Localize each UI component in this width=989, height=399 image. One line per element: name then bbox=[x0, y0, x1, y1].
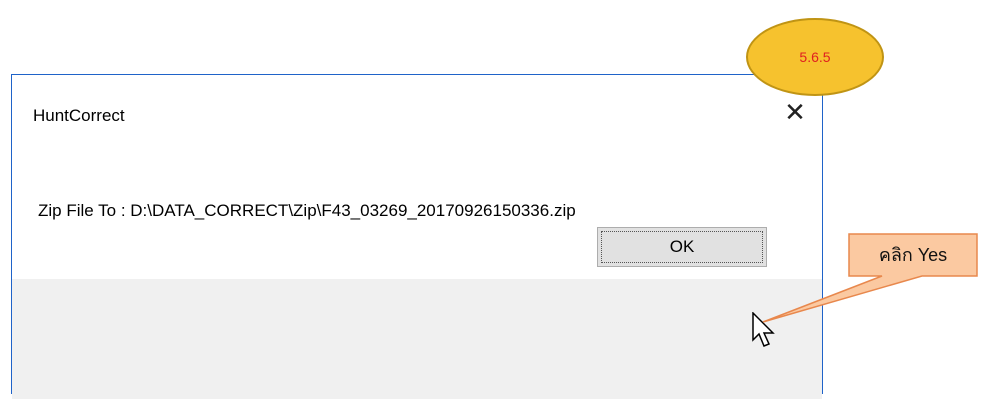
callout-label: คลิก Yes bbox=[878, 245, 948, 265]
callout-shape bbox=[762, 233, 978, 323]
